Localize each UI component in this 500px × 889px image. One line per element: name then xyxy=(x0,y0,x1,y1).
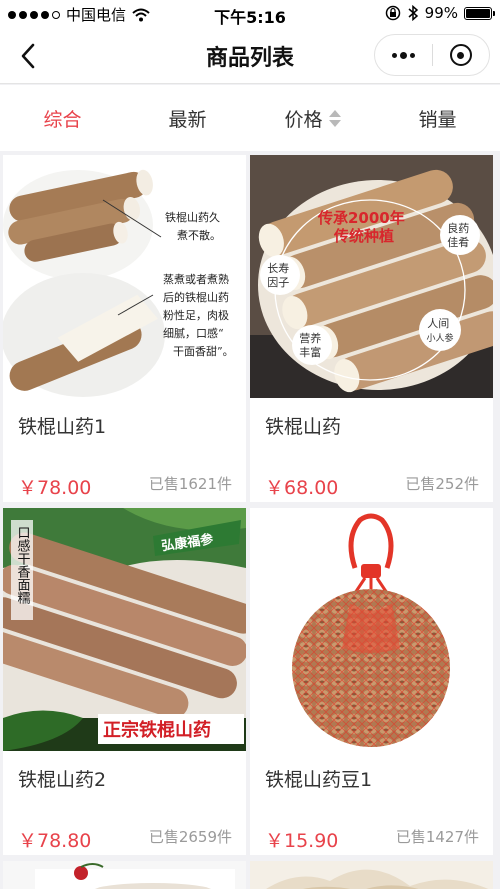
image-caption: 正宗铁棍山药 xyxy=(103,719,211,741)
image-caption: 蒸煮或者煮熟 xyxy=(163,272,229,286)
image-caption: 佳肴 xyxy=(447,235,469,249)
image-caption: 传承2000年 xyxy=(317,209,405,227)
battery-icon xyxy=(464,6,495,20)
product-image: 铁棍山药久 煮不散。 蒸煮或者煮熟 后的铁棍山药 粉性足，肉极 细腻，口感“ 干… xyxy=(3,155,246,398)
image-caption: 细腻，口感“ xyxy=(163,327,224,340)
tab-label: 价格 xyxy=(284,108,323,131)
tab-label: 综合 xyxy=(43,108,82,131)
image-caption: 后的铁棍山药 xyxy=(163,290,229,304)
image-caption: 传统种植 xyxy=(333,227,394,245)
tab-price[interactable]: 价格 xyxy=(250,85,375,151)
product-card-partial[interactable] xyxy=(250,861,493,889)
image-caption: 营养 xyxy=(299,331,321,345)
product-image xyxy=(250,508,493,751)
more-button[interactable] xyxy=(375,35,432,75)
status-right: 99% xyxy=(385,4,495,22)
product-price: ￥78.80 xyxy=(18,830,92,852)
svg-text:正宗铁棍山药: 正宗铁棍山药 xyxy=(103,719,211,741)
sort-arrows-icon xyxy=(328,109,341,127)
product-name: 铁棍山药1 xyxy=(18,416,107,438)
image-caption: 小人参 xyxy=(426,332,453,344)
product-image: 弘康福参 口感干香面糯 正宗铁棍山药 xyxy=(3,508,246,751)
tab-sales[interactable]: 销量 xyxy=(375,85,500,151)
product-price: ￥78.00 xyxy=(18,477,92,499)
product-card-partial[interactable] xyxy=(3,861,246,889)
bluetooth-icon xyxy=(408,5,418,21)
product-card[interactable]: 铁棍山药久 煮不散。 蒸煮或者煮熟 后的铁棍山药 粉性足，肉极 细腻，口感“ 干… xyxy=(3,155,246,502)
product-sold-count: 已售1427件 xyxy=(395,828,479,846)
product-card[interactable]: 弘康福参 口感干香面糯 正宗铁棍山药 铁棍山药2 ￥78.80 已售2659件 xyxy=(3,508,246,855)
close-target-icon xyxy=(449,44,472,66)
sort-tabs: 综合 最新 价格 销量 xyxy=(0,85,500,151)
battery-level xyxy=(466,8,490,18)
product-name: 铁棍山药 xyxy=(265,416,342,438)
image-caption: 因子 xyxy=(267,276,289,289)
image-caption: 铁棍山药久 xyxy=(165,210,220,224)
close-button[interactable] xyxy=(432,35,489,75)
rotation-lock-icon xyxy=(385,5,400,21)
product-name: 铁棍山药2 xyxy=(18,769,107,791)
product-price: ￥68.00 xyxy=(265,477,339,499)
product-card[interactable]: 传承2000年 传统种植 良药 佳肴 长寿 因子 营养 丰富 人间 小人参 铁棍… xyxy=(250,155,493,502)
status-bar: 中国电信 下午5:16 99% xyxy=(0,0,500,28)
product-sold-count: 已售2659件 xyxy=(148,828,232,846)
image-caption: 长寿 xyxy=(267,261,289,275)
image-caption: 干面香甜”。 xyxy=(173,345,234,358)
battery-percent: 99% xyxy=(424,4,458,22)
product-sold-count: 已售252件 xyxy=(405,475,479,493)
product-card[interactable]: 铁棍山药豆1 ￥15.90 已售1427件 xyxy=(250,508,493,855)
product-image: 传承2000年 传统种植 良药 佳肴 长寿 因子 营养 丰富 人间 小人参 xyxy=(250,155,493,398)
image-caption: 人间 xyxy=(427,317,449,330)
more-dots-icon xyxy=(391,51,415,59)
mini-program-capsule xyxy=(374,34,490,76)
image-caption: 口感干香面糯 xyxy=(15,526,31,604)
product-price: ￥15.90 xyxy=(265,830,339,852)
image-caption: 丰富 xyxy=(299,345,321,359)
tab-label: 销量 xyxy=(418,108,457,131)
product-sold-count: 已售1621件 xyxy=(148,475,232,493)
image-caption: 良药 xyxy=(447,221,469,235)
tab-newest[interactable]: 最新 xyxy=(125,85,250,151)
image-caption: 粉性足，肉极 xyxy=(163,308,229,322)
tab-comprehensive[interactable]: 综合 xyxy=(0,85,125,151)
product-name: 铁棍山药豆1 xyxy=(265,769,373,791)
nav-bar: 商品列表 xyxy=(0,28,500,84)
image-caption: 煮不散。 xyxy=(177,228,221,242)
tab-label: 最新 xyxy=(168,108,207,131)
